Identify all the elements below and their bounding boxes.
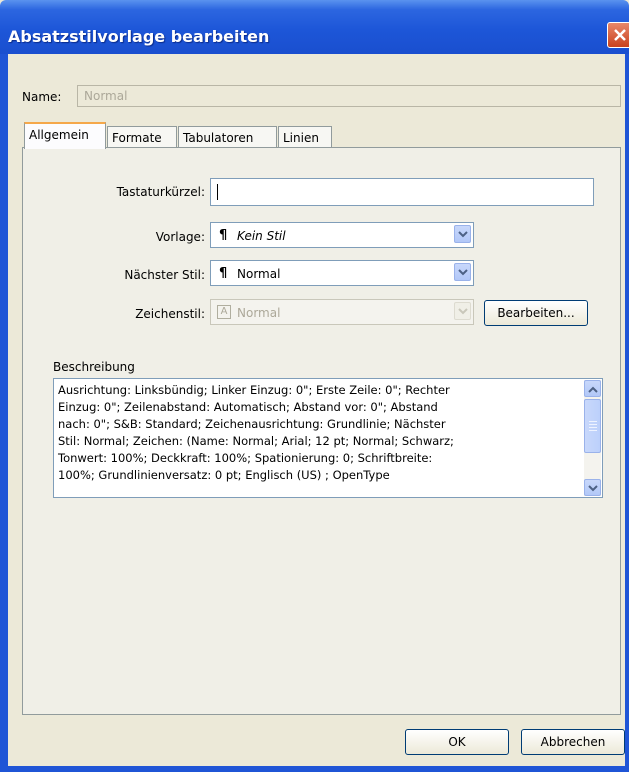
chevron-down-icon [458, 308, 468, 315]
dropdown-button[interactable] [454, 225, 471, 243]
char-style-value: Normal [237, 306, 281, 320]
name-field: Normal [77, 85, 621, 107]
chevron-up-icon [588, 386, 598, 393]
chevron-down-icon [458, 231, 468, 238]
description-line: Tonwert: 100%; Deckkraft: 100%; Spationi… [58, 451, 433, 465]
description-line: Stil: Normal; Zeichen: (Name: Normal; Ar… [58, 434, 454, 448]
next-style-label: Nächster Stil: [124, 268, 205, 282]
based-on-select[interactable]: ¶ Kein Stil [210, 222, 474, 248]
description-line: nach: 0"; S&B: Standard; Zeichenausricht… [58, 417, 446, 431]
name-label: Name: [22, 90, 62, 104]
tab-formate[interactable]: Formate [107, 126, 177, 148]
description-box[interactable]: Ausrichtung: Linksbündig; Linker Einzug:… [53, 378, 603, 498]
close-icon [614, 29, 626, 41]
window-frame-bottom [0, 766, 629, 772]
close-button[interactable] [607, 22, 629, 48]
next-style-value: Normal [237, 267, 281, 281]
chevron-down-icon [588, 485, 598, 492]
text-caret [217, 184, 218, 200]
tab-allgemein[interactable]: Allgemein [24, 122, 106, 149]
ok-button[interactable]: OK [405, 729, 509, 755]
scroll-down-button[interactable] [584, 479, 601, 496]
shortcut-label: Tastaturkürzel: [116, 185, 205, 199]
shortcut-input[interactable] [210, 178, 594, 206]
description-text: Ausrichtung: Linksbündig; Linker Einzug:… [58, 382, 570, 484]
window-frame-left [0, 54, 8, 772]
char-style-label: Zeichenstil: [135, 307, 205, 321]
scroll-thumb[interactable] [584, 399, 601, 453]
based-on-value: Kein Stil [237, 229, 286, 243]
title-bar[interactable]: Absatzstilvorlage bearbeiten [0, 0, 629, 54]
tab-tabulatoren[interactable]: Tabulatoren [178, 126, 277, 148]
cancel-button[interactable]: Abbrechen [521, 729, 625, 755]
description-label: Beschreibung [53, 360, 135, 374]
character-style-icon: A [217, 305, 231, 319]
tab-panel-allgemein: Tastaturkürzel: Vorlage: ¶ Kein Stil Näc… [22, 147, 621, 715]
description-line: Einzug: 0"; Zeilenabstand: Automatisch; … [58, 400, 438, 414]
paragraph-icon: ¶ [219, 266, 228, 281]
description-line: 100%; Grundlinienversatz: 0 pt; Englisch… [58, 468, 390, 482]
scroll-up-button[interactable] [584, 380, 601, 397]
edit-char-style-button[interactable]: Bearbeiten... [484, 300, 588, 326]
chevron-down-icon [458, 269, 468, 276]
based-on-label: Vorlage: [155, 230, 205, 244]
paragraph-icon: ¶ [219, 228, 228, 243]
window-title: Absatzstilvorlage bearbeiten [8, 27, 270, 46]
dropdown-button [454, 302, 471, 320]
description-line: Ausrichtung: Linksbündig; Linker Einzug:… [58, 383, 450, 397]
char-style-select: A Normal [210, 299, 474, 325]
dropdown-button[interactable] [454, 263, 471, 281]
description-scrollbar[interactable] [584, 380, 601, 496]
window-frame-right [625, 54, 629, 772]
next-style-select[interactable]: ¶ Normal [210, 260, 474, 286]
tab-linien[interactable]: Linien [278, 126, 332, 148]
